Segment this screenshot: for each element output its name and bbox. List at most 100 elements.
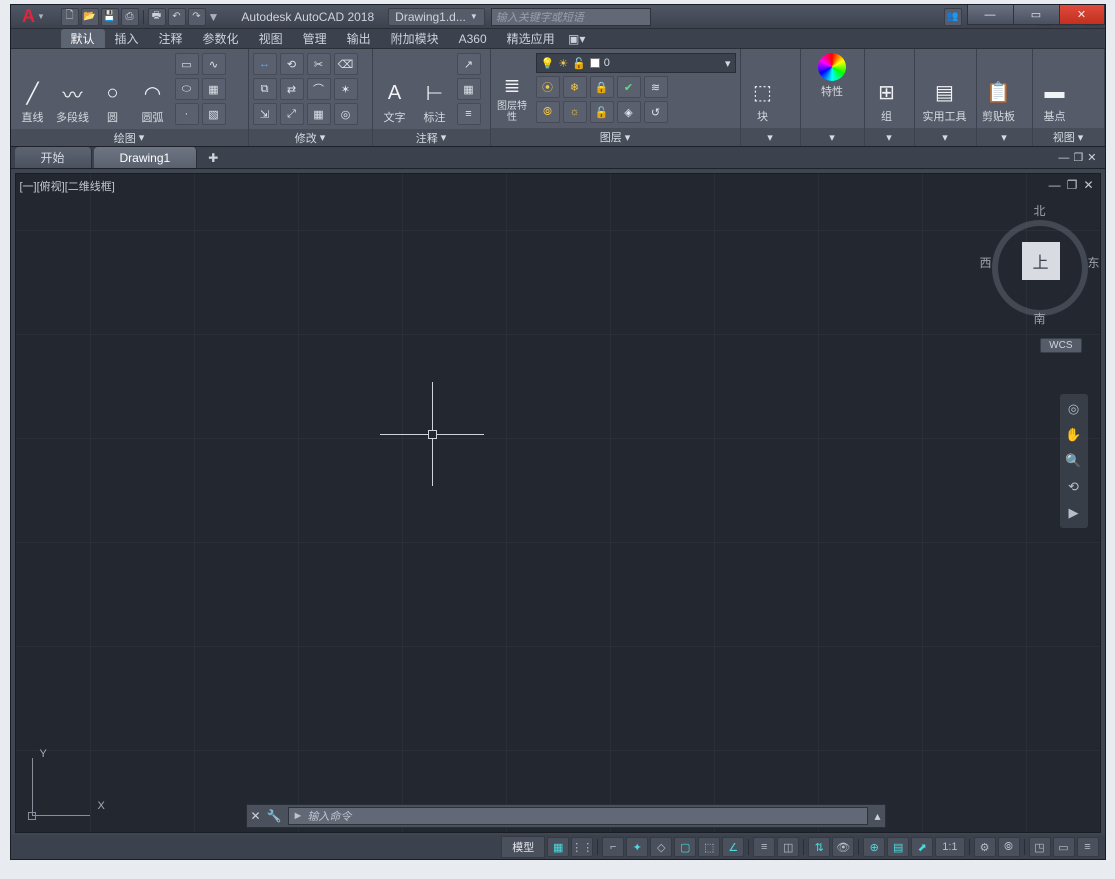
orbit-icon[interactable]: ⟲ bbox=[1064, 477, 1084, 497]
save-icon[interactable]: 💾 bbox=[101, 8, 119, 26]
tab-insert[interactable]: 插入 bbox=[105, 29, 149, 48]
annotation-monitor-toggle[interactable]: 👁 bbox=[832, 837, 854, 857]
viewcube[interactable]: 上 北 南 西 东 bbox=[992, 196, 1088, 326]
copy-icon[interactable]: ⧉ bbox=[253, 78, 277, 100]
file-tab-start[interactable]: 开始 bbox=[15, 147, 92, 168]
panel-draw-expander[interactable]: 绘图▾ bbox=[11, 129, 248, 146]
wcs-dropdown[interactable]: WCS bbox=[1040, 338, 1081, 353]
polyline-button[interactable]: 〰 多段线 bbox=[55, 53, 91, 125]
cmdline-close-icon[interactable]: ✕ bbox=[251, 809, 261, 823]
minimize-button[interactable]: — bbox=[967, 5, 1013, 25]
compass-south[interactable]: 南 bbox=[1034, 310, 1046, 327]
grid-display-toggle[interactable]: ▦ bbox=[547, 837, 569, 857]
tab-output[interactable]: 输出 bbox=[337, 29, 381, 48]
clean-screen-icon[interactable]: ▭ bbox=[1053, 837, 1075, 857]
panel-modify-expander[interactable]: 修改▾ bbox=[249, 129, 372, 146]
rotate-icon[interactable]: ⟲ bbox=[280, 53, 304, 75]
layer-match-icon[interactable]: ≋ bbox=[644, 76, 668, 98]
move-icon[interactable]: ↔ bbox=[253, 53, 277, 75]
array-icon[interactable]: ▦ bbox=[307, 103, 331, 125]
zoom-extents-icon[interactable]: 🔍 bbox=[1064, 451, 1084, 471]
region-icon[interactable]: ▧ bbox=[202, 103, 226, 125]
close-button[interactable]: ✕ bbox=[1059, 5, 1105, 25]
customize-statusbar-icon[interactable]: ≡ bbox=[1077, 837, 1099, 857]
workspace-switching-icon[interactable]: ⚙ bbox=[974, 837, 996, 857]
showmotion-icon[interactable]: ▶ bbox=[1064, 503, 1084, 523]
file-tab-drawing1[interactable]: Drawing1 bbox=[94, 147, 198, 168]
block-insert-button[interactable]: ⬚块 bbox=[745, 53, 781, 124]
infocenter-icon[interactable]: 👥 bbox=[944, 8, 962, 26]
search-input[interactable]: 输入关键字或短语 bbox=[491, 8, 651, 26]
pan-icon[interactable]: ✋ bbox=[1064, 425, 1084, 445]
snap-mode-toggle[interactable]: ⋮⋮ bbox=[571, 837, 593, 857]
mtext-icon[interactable]: ≡ bbox=[457, 103, 481, 125]
vp-restore-icon[interactable]: ❐ bbox=[1067, 178, 1078, 192]
text-button[interactable]: A 文字 bbox=[377, 53, 413, 125]
rectangle-icon[interactable]: ▭ bbox=[175, 53, 199, 75]
panel-layers-expander[interactable]: 图层▾ bbox=[491, 128, 740, 146]
command-input[interactable]: ► 输入命令 bbox=[288, 807, 869, 825]
offset-icon[interactable]: ◎ bbox=[334, 103, 358, 125]
application-menu[interactable]: A ▼ bbox=[11, 5, 57, 29]
compass-east[interactable]: 东 bbox=[1087, 254, 1099, 271]
color-wheel-icon[interactable] bbox=[818, 53, 846, 81]
layer-isolate-icon[interactable]: ◈ bbox=[617, 101, 641, 123]
layer-off-icon[interactable]: ⦿ bbox=[536, 76, 560, 98]
layer-dropdown[interactable]: 💡 ☀ 🔓 0 ▾ bbox=[536, 53, 736, 73]
otrack-toggle[interactable]: ∠ bbox=[722, 837, 744, 857]
vp-restore-icon[interactable]: ❐ bbox=[1073, 151, 1083, 164]
explode-icon[interactable]: ✶ bbox=[334, 78, 358, 100]
saveas-icon[interactable]: ⎙ bbox=[121, 8, 139, 26]
panel-properties-expander[interactable]: ▾ bbox=[801, 128, 864, 146]
erase-icon[interactable]: ⌫ bbox=[334, 53, 358, 75]
polar-tracking-toggle[interactable]: ✦ bbox=[626, 837, 648, 857]
tab-manage[interactable]: 管理 bbox=[293, 29, 337, 48]
tab-overflow-icon[interactable]: ▣▾ bbox=[565, 29, 589, 48]
new-tab-button[interactable]: ✚ bbox=[199, 147, 227, 168]
compass-west[interactable]: 西 bbox=[980, 254, 992, 271]
annotation-scale[interactable]: 1:1 bbox=[935, 837, 964, 857]
leader-icon[interactable]: ↗ bbox=[457, 53, 481, 75]
stretch-icon[interactable]: ⇲ bbox=[253, 103, 277, 125]
panel-view-expander[interactable]: 视图▾ bbox=[1033, 128, 1104, 146]
undo-icon[interactable]: ↶ bbox=[168, 8, 186, 26]
fillet-icon[interactable]: ⌒ bbox=[307, 78, 331, 100]
ellipse-icon[interactable]: ⬭ bbox=[175, 78, 199, 100]
lineweight-toggle[interactable]: ≡ bbox=[753, 837, 775, 857]
vp-close-icon[interactable]: ✕ bbox=[1083, 178, 1093, 192]
ortho-toggle[interactable]: ⌐ bbox=[602, 837, 624, 857]
isodraft-toggle[interactable]: ◇ bbox=[650, 837, 672, 857]
quick-properties-toggle[interactable]: ▤ bbox=[887, 837, 909, 857]
open-icon[interactable]: 📂 bbox=[81, 8, 99, 26]
tab-view[interactable]: 视图 bbox=[249, 29, 293, 48]
vp-close-icon[interactable]: ✕ bbox=[1087, 151, 1096, 164]
group-button[interactable]: ⊞组 bbox=[869, 53, 905, 124]
panel-clipboard-expander[interactable]: ▾ bbox=[977, 128, 1032, 146]
document-switcher[interactable]: Drawing1.d... ▼ bbox=[388, 8, 485, 26]
tab-annotate[interactable]: 注释 bbox=[149, 29, 193, 48]
mirror-icon[interactable]: ⇄ bbox=[280, 78, 304, 100]
fullnav-wheel-icon[interactable]: ◎ bbox=[1064, 399, 1084, 419]
panel-annotate-expander[interactable]: 注释▾ bbox=[373, 129, 490, 146]
compass-north[interactable]: 北 bbox=[1034, 202, 1046, 219]
layer-properties-button[interactable]: ≣ 图层特性 bbox=[495, 53, 530, 123]
trim-icon[interactable]: ✂ bbox=[307, 53, 331, 75]
spline-icon[interactable]: ∿ bbox=[202, 53, 226, 75]
tab-a360[interactable]: A360 bbox=[449, 29, 497, 48]
selection-cycling-toggle[interactable]: ⇅ bbox=[808, 837, 830, 857]
arc-button[interactable]: ◠ 圆弧 bbox=[135, 53, 171, 125]
panel-utilities-expander[interactable]: ▾ bbox=[915, 128, 976, 146]
dynamic-input-toggle[interactable]: ⊕ bbox=[863, 837, 885, 857]
tab-default[interactable]: 默认 bbox=[61, 29, 105, 48]
viewcube-top-face[interactable]: 上 bbox=[1022, 242, 1060, 280]
viewport-label[interactable]: [一][俯视][二维线框] bbox=[20, 178, 115, 194]
layer-freeze-icon[interactable]: ❄ bbox=[563, 76, 587, 98]
vp-minimize-icon[interactable]: — bbox=[1049, 178, 1061, 192]
plot-icon[interactable]: 🖶 bbox=[148, 8, 166, 26]
3dosnap-toggle[interactable]: ⬚ bbox=[698, 837, 720, 857]
point-icon[interactable]: · bbox=[175, 103, 199, 125]
isolate-objects-icon[interactable]: ◳ bbox=[1029, 837, 1051, 857]
measure-button[interactable]: ▤实用工具 bbox=[919, 53, 971, 124]
anno-autoscale-toggle[interactable]: ⬈ bbox=[911, 837, 933, 857]
hatch-icon[interactable]: ▦ bbox=[202, 78, 226, 100]
